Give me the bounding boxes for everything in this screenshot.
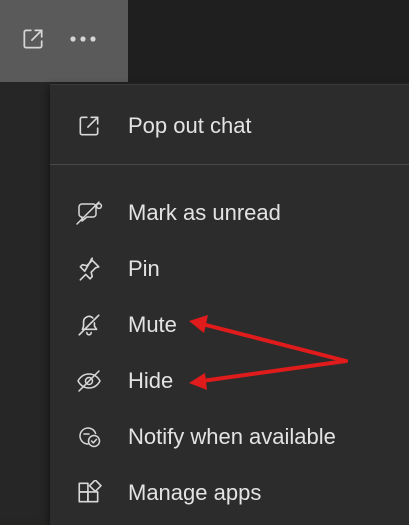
menu-item-notify-when-available[interactable]: Notify when available (50, 409, 409, 465)
popout-icon (20, 26, 46, 52)
menu-item-manage-apps[interactable]: Manage apps (50, 465, 409, 521)
menu-item-mark-as-unread[interactable]: Mark as unread (50, 185, 409, 241)
context-menu: Pop out chat Mark as unread Pin Mute Hid… (50, 84, 409, 525)
menu-item-hide[interactable]: Hide (50, 353, 409, 409)
more-options-icon (68, 34, 98, 44)
menu-item-label: Mute (128, 312, 177, 337)
eye-off-icon (75, 367, 103, 395)
menu-divider (50, 164, 409, 165)
pin-icon (75, 255, 103, 283)
bell-off-icon (75, 311, 103, 339)
menu-item-label: Notify when available (128, 424, 336, 449)
menu-item-pop-out-chat[interactable]: Pop out chat (50, 98, 409, 154)
popout-icon (75, 112, 103, 140)
menu-item-label: Mark as unread (128, 200, 281, 225)
mark-unread-icon (75, 199, 103, 227)
menu-item-pin[interactable]: Pin (50, 241, 409, 297)
notify-available-icon (75, 423, 103, 451)
chat-header-bar (0, 0, 409, 82)
menu-item-label: Pop out chat (128, 113, 252, 138)
menu-item-label: Pin (128, 256, 160, 281)
header-action-group (0, 0, 128, 82)
menu-item-label: Manage apps (128, 480, 262, 505)
popout-button[interactable] (16, 22, 50, 56)
menu-item-mute[interactable]: Mute (50, 297, 409, 353)
more-options-button[interactable] (66, 22, 100, 56)
apps-icon (75, 479, 103, 507)
chat-list-edge (0, 82, 50, 519)
menu-item-label: Hide (128, 368, 174, 393)
